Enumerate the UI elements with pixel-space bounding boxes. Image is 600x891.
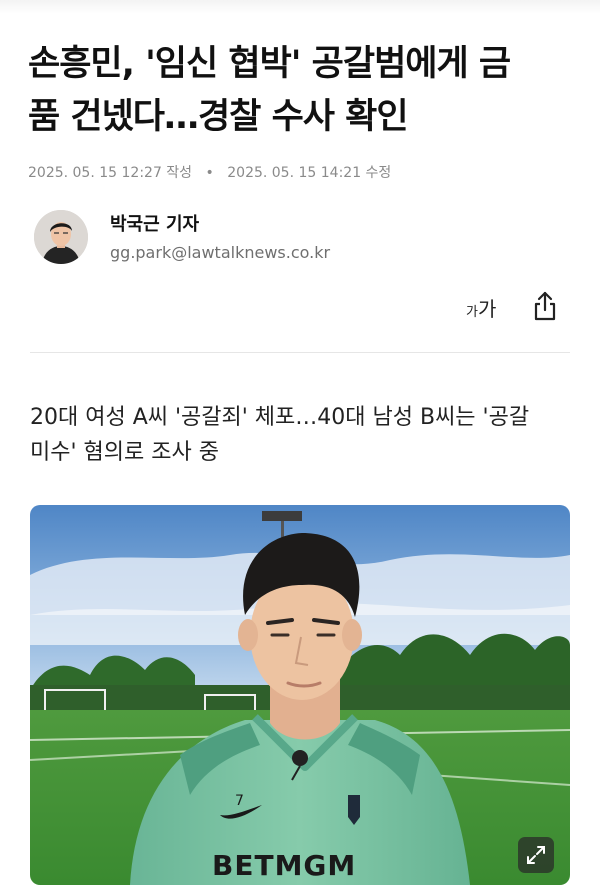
author-avatar[interactable] <box>34 210 88 264</box>
header-divider <box>30 352 570 353</box>
subtitle-line-2: 미수' 혐의로 조사 중 <box>30 440 219 465</box>
avatar-portrait <box>34 210 88 264</box>
jersey-number: 7 <box>235 793 244 809</box>
headline-line-1: 손흥민, '임신 협박' 공갈범에게 금 <box>28 44 511 84</box>
author-name[interactable]: 박국근 기자 <box>110 210 199 236</box>
font-size-button[interactable]: 가 가 <box>466 292 502 321</box>
headline-line-2: 품 건넸다…경찰 수사 확인 <box>28 97 409 137</box>
top-strip <box>0 0 600 14</box>
sponsor-text: BETMGM <box>212 849 356 882</box>
font-size-large-glyph: 가 <box>478 297 497 321</box>
share-icon <box>534 291 556 321</box>
photo-scene: 7 BETMGM <box>30 505 570 885</box>
share-button[interactable] <box>530 290 560 322</box>
article-headline: 손흥민, '임신 협박' 공갈범에게 금 품 건넸다…경찰 수사 확인 <box>28 38 580 144</box>
font-size-small-glyph: 가 <box>466 305 478 320</box>
updated-date: 2025. 05. 15 14:21 수정 <box>227 165 392 181</box>
author-email[interactable]: gg.park@lawtalknews.co.kr <box>110 243 330 262</box>
article-subtitle: 20대 여성 A씨 '공갈죄' 체포…40대 남성 B씨는 '공갈 미수' 혐의… <box>30 400 575 470</box>
expand-icon <box>527 846 545 864</box>
article-photo[interactable]: 7 BETMGM <box>30 505 570 885</box>
article-meta: 2025. 05. 15 12:27 작성 • 2025. 05. 15 14:… <box>28 162 391 182</box>
expand-photo-button[interactable] <box>518 837 554 873</box>
subtitle-line-1: 20대 여성 A씨 '공갈죄' 체포…40대 남성 B씨는 '공갈 <box>30 405 530 430</box>
published-date: 2025. 05. 15 12:27 작성 <box>28 165 193 181</box>
meta-separator: • <box>205 165 214 181</box>
